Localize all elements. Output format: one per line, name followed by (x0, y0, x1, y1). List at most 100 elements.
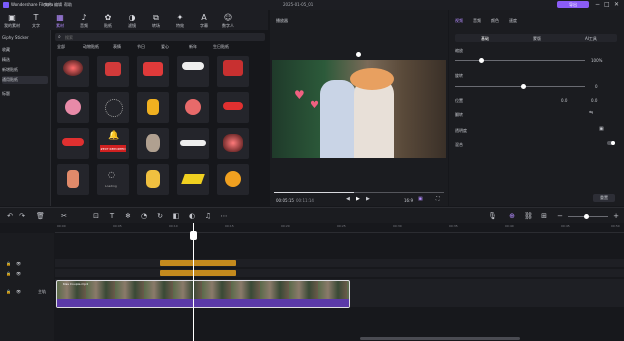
sticker-item[interactable]: ◌ Loading (97, 164, 129, 195)
video-frame[interactable]: ♥ ♥ (272, 60, 446, 158)
aspect-ratio[interactable]: 16:9 (404, 198, 413, 203)
speed-icon[interactable]: ◔ (140, 212, 148, 220)
sidebar-item-new[interactable]: 新增贴纸 (2, 66, 48, 74)
rotate-slider[interactable] (455, 86, 585, 87)
export-button[interactable]: 导出 (557, 1, 589, 8)
rotate-value[interactable]: 0 (595, 84, 598, 89)
tab-video[interactable]: 视频 (455, 18, 463, 24)
tab-effects[interactable]: ✦ 特效 (169, 10, 191, 30)
delete-icon[interactable]: 🗑 (36, 212, 45, 220)
filter-chip[interactable]: 表情 (113, 44, 121, 50)
fullscreen-icon[interactable]: ⛶ (436, 196, 440, 202)
filter-chip[interactable]: 生日贴纸 (213, 44, 229, 50)
sidebar-item-general[interactable]: 通用贴纸 (2, 76, 48, 84)
track-lock-icon[interactable]: 🔒 (6, 271, 11, 276)
subtab-mask[interactable]: 蒙版 (533, 36, 541, 42)
mic-icon[interactable]: 🎙 (488, 212, 497, 220)
menu-edit[interactable]: 编辑 (54, 2, 62, 8)
sidebar-item-title[interactable]: 标题 (2, 90, 48, 98)
tab-stock[interactable]: ▦ 素材 (49, 10, 71, 30)
sticker-item[interactable] (57, 164, 89, 195)
playhead-handle[interactable] (190, 231, 197, 240)
sticker-item[interactable] (217, 56, 249, 87)
rotate-knob[interactable] (521, 84, 526, 89)
tab-audio[interactable]: 音频 (473, 18, 481, 24)
tab-speed[interactable]: 速度 (509, 18, 517, 24)
sticker-item[interactable] (217, 128, 249, 159)
menu-help[interactable]: 帮助 (64, 2, 72, 8)
next-frame-icon[interactable]: ▶ (366, 196, 370, 202)
sticker-item[interactable] (57, 128, 89, 159)
sticker-item[interactable] (177, 56, 209, 87)
position-x[interactable]: 0.0 (561, 98, 567, 103)
prev-frame-icon[interactable]: ◀ (346, 196, 350, 202)
tab-filter[interactable]: ◑ 滤镜 (121, 10, 143, 30)
snapshot-icon[interactable]: ▣ (418, 196, 423, 202)
video-clip[interactable]: Kiss Couple.mp4 (56, 280, 350, 308)
sticker-clip[interactable] (160, 260, 236, 266)
tab-transition[interactable]: ⧉ 转场 (145, 10, 167, 30)
crop-icon[interactable]: ⊡ (92, 212, 100, 220)
sticker-item[interactable] (137, 128, 169, 159)
filter-chip[interactable]: 全部 (57, 44, 65, 50)
filter-chip[interactable]: 节日 (137, 44, 145, 50)
rotate-tool-icon[interactable]: ↻ (156, 212, 164, 220)
tab-audio[interactable]: ♪ 音频 (73, 10, 95, 30)
track-eye-icon[interactable]: 👁 (16, 261, 21, 266)
subtab-ai[interactable]: AI工具 (585, 36, 597, 42)
zoom-knob[interactable] (584, 214, 589, 219)
sticker-item[interactable] (57, 56, 89, 87)
playhead[interactable] (193, 223, 194, 341)
search-bar[interactable]: ⌕ (55, 33, 265, 41)
tab-avatar[interactable]: ☺ 数字人 (217, 10, 239, 30)
sticker-item[interactable] (137, 56, 169, 87)
flip-icon[interactable]: ⇋ (589, 110, 593, 116)
tab-text[interactable]: T 文字 (25, 10, 47, 30)
position-y[interactable]: 0.0 (591, 98, 597, 103)
redo-icon[interactable]: ↷ (18, 212, 26, 220)
audio-tool-icon[interactable]: ♫ (204, 212, 212, 220)
zoom-in-icon[interactable]: + (612, 212, 620, 220)
reset-button[interactable]: 重置 (593, 194, 615, 202)
zoom-out-icon[interactable]: − (556, 212, 564, 220)
timeline-ruler[interactable]: 00:00 00:05 00:10 00:15 00:20 00:25 00:3… (55, 223, 624, 233)
sticker-item[interactable] (137, 92, 169, 123)
opacity-icon[interactable]: ▣ (599, 126, 604, 132)
close-icon[interactable]: ✕ (614, 1, 619, 8)
track-eye-icon[interactable]: 👁 (16, 289, 21, 294)
tab-color[interactable]: 颜色 (491, 18, 499, 24)
more-icon[interactable]: ⋯ (220, 212, 228, 220)
play-icon[interactable]: ▶ (356, 196, 360, 202)
sticker-item[interactable] (217, 164, 249, 195)
search-input[interactable] (65, 33, 255, 41)
zoom-fit-icon[interactable]: ⊞ (540, 212, 548, 220)
track-eye-icon[interactable]: 👁 (16, 271, 21, 276)
split-icon[interactable]: ✂ (60, 212, 68, 220)
color-tool-icon[interactable]: ◐ (188, 212, 196, 220)
blend-toggle[interactable] (607, 141, 615, 145)
link-icon[interactable]: ⛓ (524, 212, 533, 220)
sidebar-item-featured[interactable]: 精选 (2, 56, 48, 64)
sidebar-item-favorites[interactable]: 收藏 (2, 46, 48, 54)
scale-slider[interactable] (455, 60, 585, 61)
tab-my-media[interactable]: ▣ 我的素材 (1, 10, 23, 30)
sticker-item[interactable] (57, 92, 89, 123)
sticker-item[interactable] (217, 92, 249, 123)
horizontal-scrollbar[interactable] (360, 337, 520, 340)
tab-sticker[interactable]: ✿ 贴纸 (97, 10, 119, 30)
subtab-basic[interactable]: 基础 (481, 36, 489, 42)
filter-chip[interactable]: 爱心 (161, 44, 169, 50)
filter-chip[interactable]: 新年 (189, 44, 197, 50)
track-lock-icon[interactable]: 🔒 (6, 289, 11, 294)
sticker-item[interactable] (177, 164, 209, 195)
sticker-item[interactable]: 🔔 #EXT REPORTED (97, 128, 129, 159)
freeze-icon[interactable]: ❄ (124, 212, 132, 220)
magnet-icon[interactable]: ⊕ (508, 212, 516, 220)
scale-knob[interactable] (479, 58, 484, 63)
track-lock-icon[interactable]: 🔒 (6, 261, 11, 266)
undo-icon[interactable]: ↶ (6, 212, 14, 220)
sticker-item[interactable] (137, 164, 169, 195)
filter-chip[interactable]: 动物贴纸 (83, 44, 99, 50)
scale-value[interactable]: 100% (591, 58, 602, 63)
minimize-icon[interactable]: − (595, 1, 600, 8)
